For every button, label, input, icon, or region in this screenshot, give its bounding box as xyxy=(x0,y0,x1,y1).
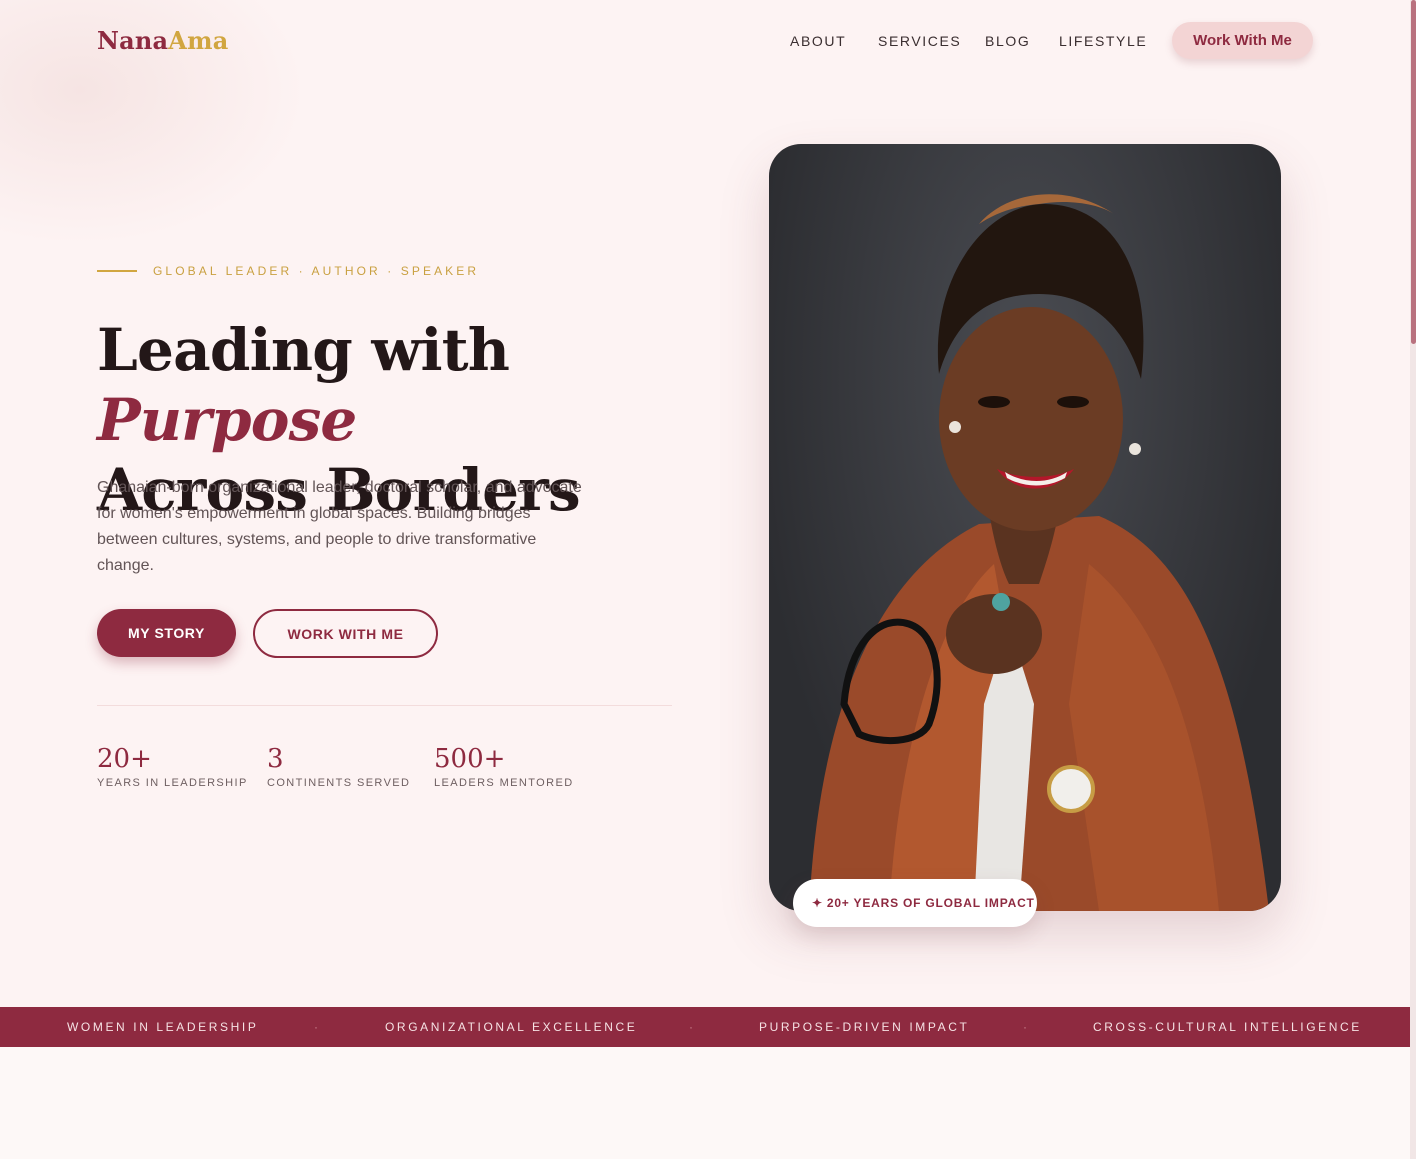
headline-emphasis: Purpose xyxy=(97,386,357,454)
portrait-illustration xyxy=(809,194,1269,911)
separator-dot: · xyxy=(314,1020,318,1034)
my-story-button[interactable]: MY STORY xyxy=(97,609,236,657)
stat-value: 500+ xyxy=(434,744,506,774)
topics-marquee: · WOMEN IN LEADERSHIP · ORGANIZATIONAL E… xyxy=(0,1007,1410,1047)
stat-value: 20+ xyxy=(97,744,152,774)
stat-years: 20+ YEARS IN LEADERSHIP xyxy=(97,742,248,789)
scrollbar-thumb[interactable] xyxy=(1411,0,1416,344)
next-section-background xyxy=(0,1047,1410,1159)
hero-eyebrow: GLOBAL LEADER · AUTHOR · SPEAKER xyxy=(153,264,480,278)
stat-leaders: 500+ LEADERS MENTORED xyxy=(434,742,574,789)
nav-blog[interactable]: BLOG xyxy=(985,33,1030,49)
stat-label: LEADERS MENTORED xyxy=(434,777,574,789)
marquee-item: ORGANIZATIONAL EXCELLENCE xyxy=(385,1020,638,1034)
separator-dot: · xyxy=(0,1020,1,1034)
stat-label: YEARS IN LEADERSHIP xyxy=(97,777,248,789)
work-with-me-nav-button[interactable]: Work With Me xyxy=(1172,22,1313,59)
stat-label: CONTINENTS SERVED xyxy=(267,777,411,789)
impact-badge: ✦ 20+ YEARS OF GLOBAL IMPACT xyxy=(793,879,1037,927)
portrait-photo xyxy=(769,144,1281,911)
nav-services[interactable]: SERVICES xyxy=(878,33,961,49)
brand-logo[interactable]: NanaAma xyxy=(97,26,228,55)
headline-part-1: Leading with xyxy=(97,316,510,384)
stat-continents: 3 CONTINENTS SERVED xyxy=(267,742,410,789)
work-with-me-button[interactable]: WORK WITH ME xyxy=(253,609,438,658)
eyebrow-divider xyxy=(97,270,137,272)
nav-lifestyle[interactable]: LIFESTYLE xyxy=(1059,33,1147,49)
page-scrollbar[interactable] xyxy=(1410,0,1416,1159)
brand-second: Ama xyxy=(168,26,229,55)
sparkle-icon: ✦ xyxy=(812,896,823,910)
brand-first: Nana xyxy=(97,26,169,55)
nav-about[interactable]: ABOUT xyxy=(790,33,846,49)
marquee-item: PURPOSE-DRIVEN IMPACT xyxy=(759,1020,970,1034)
marquee-item: CROSS-CULTURAL INTELLIGENCE xyxy=(1093,1020,1362,1034)
impact-badge-text: 20+ YEARS OF GLOBAL IMPACT xyxy=(826,896,1035,910)
separator-dot: · xyxy=(1023,1020,1027,1034)
hero-description: Ghanaian-born organizational leader, doc… xyxy=(97,479,582,574)
stat-value: 3 xyxy=(267,744,284,774)
stats-divider xyxy=(97,705,672,706)
marquee-item: WOMEN IN LEADERSHIP xyxy=(67,1020,259,1034)
separator-dot: · xyxy=(689,1020,693,1034)
